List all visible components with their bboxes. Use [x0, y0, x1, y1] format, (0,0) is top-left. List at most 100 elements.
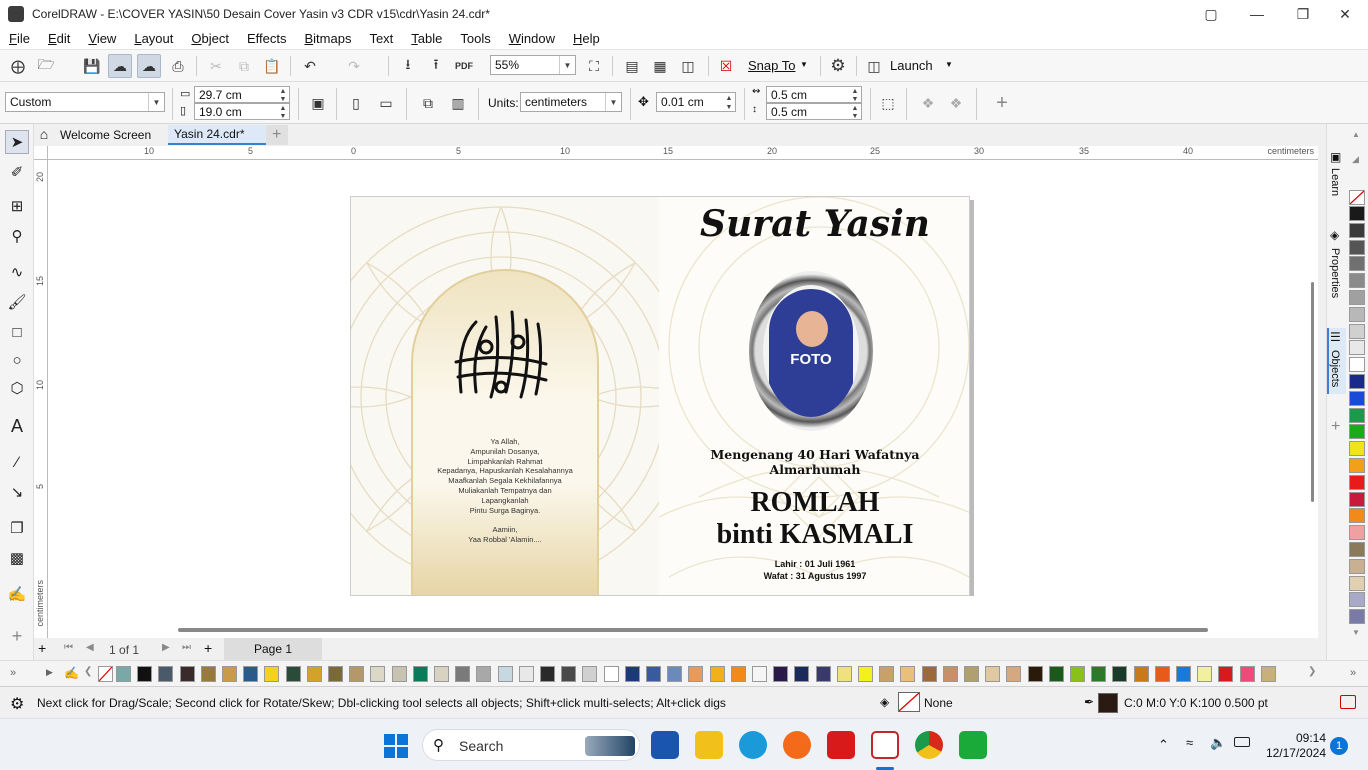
color-swatch[interactable]: [752, 666, 767, 682]
color-swatch[interactable]: [1349, 491, 1365, 507]
battery-icon[interactable]: [1234, 737, 1250, 747]
vertical-scrollbar[interactable]: [1306, 160, 1318, 638]
color-swatch[interactable]: [1349, 407, 1365, 423]
color-swatch[interactable]: [646, 666, 661, 682]
color-swatch[interactable]: [900, 666, 916, 682]
landscape-icon[interactable]: ▭: [374, 91, 398, 115]
current-page-icon[interactable]: ▥: [446, 91, 470, 115]
color-swatch[interactable]: [1133, 666, 1149, 682]
chrome-icon[interactable]: [915, 731, 943, 759]
color-swatch[interactable]: [137, 666, 153, 682]
color-swatch[interactable]: [1048, 666, 1064, 682]
page-size-icon[interactable]: ▣: [306, 91, 330, 115]
parallel-dimension-tool-icon[interactable]: ∕: [5, 450, 29, 474]
coreldraw-taskbar-icon[interactable]: [871, 731, 899, 759]
menu-item-tools[interactable]: Tools: [451, 31, 499, 46]
launch-dropdown[interactable]: Launch: [890, 58, 933, 73]
vertical-scroll-thumb[interactable]: [1311, 282, 1314, 502]
docker-tab-objects[interactable]: Objects: [1329, 350, 1341, 387]
first-page-icon[interactable]: ⏮: [64, 642, 73, 653]
launch-icon[interactable]: ◫: [862, 54, 886, 78]
spin-down-icon[interactable]: ▼: [277, 112, 289, 121]
drop-shadow-tool-icon[interactable]: ❐: [5, 516, 29, 540]
vertical-ruler[interactable]: centimeters 20 15 10 5: [34, 160, 48, 638]
palette-scroll-down-icon[interactable]: ▼: [1352, 628, 1360, 637]
next-page-icon[interactable]: ▶: [162, 642, 170, 653]
home-icon[interactable]: ⌂: [34, 126, 54, 144]
spin-down-icon[interactable]: ▼: [723, 103, 735, 112]
color-swatch[interactable]: [1349, 525, 1365, 541]
color-swatch[interactable]: [1349, 290, 1365, 305]
color-swatch[interactable]: [1349, 542, 1365, 557]
new-tab-button[interactable]: +: [266, 125, 288, 145]
minimize-button[interactable]: —: [1234, 0, 1280, 28]
color-proof-icon[interactable]: [1340, 695, 1356, 709]
cover-title[interactable]: Surat Yasin: [659, 203, 969, 245]
menu-item-object[interactable]: Object: [182, 31, 238, 46]
color-swatch[interactable]: [879, 666, 895, 682]
color-swatch[interactable]: [497, 666, 513, 682]
color-swatch[interactable]: [1349, 424, 1365, 440]
tab-document[interactable]: Yasin 24.cdr*: [168, 125, 266, 145]
full-screen-icon[interactable]: ⛶: [582, 54, 606, 78]
chevron-down-icon[interactable]: ▼: [148, 93, 164, 111]
chevron-down-icon[interactable]: ▼: [605, 93, 621, 111]
color-swatch[interactable]: [1349, 441, 1365, 457]
color-swatch[interactable]: [624, 666, 640, 682]
taskbar-search-box[interactable]: ⚲ Search: [422, 729, 640, 761]
color-swatch[interactable]: [349, 666, 365, 682]
portrait-icon[interactable]: ▯: [344, 91, 368, 115]
menu-item-bitmaps[interactable]: Bitmaps: [295, 31, 360, 46]
show-rulers-icon[interactable]: ▤: [620, 54, 644, 78]
color-swatch[interactable]: [1349, 256, 1365, 272]
new-document-icon[interactable]: ⨁: [6, 54, 30, 78]
color-swatch[interactable]: [1349, 592, 1365, 608]
color-swatch[interactable]: [412, 666, 428, 682]
color-swatch[interactable]: [1349, 357, 1365, 373]
spin-up-icon[interactable]: ▲: [723, 94, 735, 103]
color-swatch[interactable]: [921, 666, 937, 682]
color-swatch[interactable]: [858, 666, 873, 682]
units-select[interactable]: centimeters ▼: [520, 92, 622, 112]
connector-tool-icon[interactable]: ↘: [5, 480, 29, 504]
save-icon[interactable]: 💾: [80, 54, 104, 78]
add-page-after-icon[interactable]: +: [204, 640, 212, 656]
volume-icon[interactable]: 🔈: [1210, 735, 1226, 751]
start-windows-icon[interactable]: [384, 734, 408, 758]
wifi-icon[interactable]: ≈: [1186, 735, 1193, 750]
menu-item-window[interactable]: Window: [500, 31, 564, 46]
edge-browser-icon[interactable]: [739, 731, 767, 759]
show-hidden-icons-chevron-icon[interactable]: ⌃: [1158, 737, 1169, 753]
palette-scroll-right-icon[interactable]: ❯: [1308, 666, 1316, 677]
maximize-button[interactable]: ❐: [1280, 0, 1326, 28]
docker-tab-properties[interactable]: Properties: [1329, 248, 1341, 298]
add-page-before-icon[interactable]: +: [38, 640, 46, 656]
color-swatch[interactable]: [942, 666, 958, 682]
alignment-guides-icon[interactable]: ❖: [944, 91, 968, 115]
palette-expand-icon[interactable]: »: [10, 667, 16, 679]
color-swatch[interactable]: [243, 666, 259, 682]
horizontal-scrollbar[interactable]: ⚲: [48, 623, 1314, 638]
page-preset-select[interactable]: Custom ▼: [5, 92, 165, 112]
text-tool-icon[interactable]: A: [5, 414, 29, 438]
color-swatch[interactable]: [582, 666, 598, 682]
palette-flyout-icon[interactable]: ◢: [1352, 154, 1359, 165]
color-swatch[interactable]: [1349, 474, 1365, 490]
add-tool-icon[interactable]: +: [5, 624, 29, 648]
edit-bleed-icon[interactable]: ❖: [916, 91, 940, 115]
color-swatch[interactable]: [1260, 666, 1276, 682]
file-explorer-icon[interactable]: [695, 731, 723, 759]
print-icon[interactable]: ⎙: [166, 54, 190, 78]
cloud-import-icon[interactable]: ☁: [108, 54, 132, 78]
color-swatch[interactable]: [222, 666, 237, 682]
color-swatch[interactable]: [1006, 666, 1022, 682]
color-swatch[interactable]: [1349, 458, 1365, 473]
color-swatch[interactable]: [306, 666, 322, 682]
no-color-swatch[interactable]: [98, 666, 113, 682]
color-swatch[interactable]: [179, 666, 195, 682]
menu-item-layout[interactable]: Layout: [125, 31, 182, 46]
color-swatch[interactable]: [116, 666, 131, 682]
color-swatch[interactable]: [518, 666, 534, 682]
zoom-level-field[interactable]: 55% ▼: [490, 55, 576, 75]
color-swatch[interactable]: [964, 666, 979, 682]
